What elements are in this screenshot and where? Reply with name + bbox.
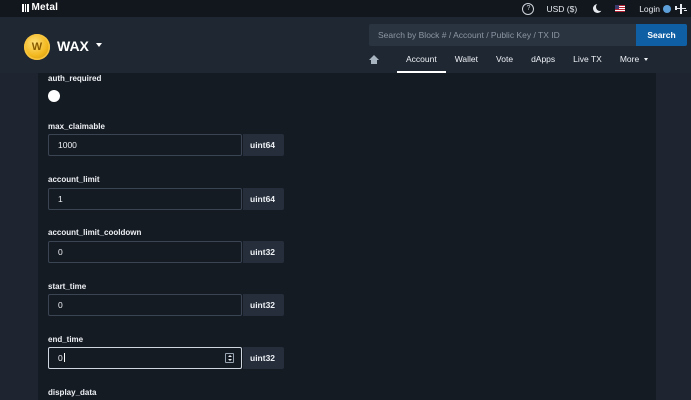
brand-logo[interactable]: Metal	[22, 2, 58, 13]
field-label-account-limit: account_limit	[48, 175, 100, 184]
text-cursor	[63, 353, 65, 362]
tab-more-label: More	[619, 54, 640, 64]
dark-mode-icon[interactable]	[592, 2, 605, 14]
login-link[interactable]: Login	[639, 4, 660, 14]
account-limit-cooldown-type: uint32	[243, 241, 284, 263]
search-button[interactable]: Search	[636, 24, 687, 46]
help-icon[interactable]: ?	[522, 2, 535, 15]
field-label-end-time: end_time	[48, 335, 84, 344]
start-time-input[interactable]: 0	[48, 294, 242, 316]
tab-more[interactable]: More	[619, 49, 649, 73]
tab-account[interactable]: Account	[397, 49, 446, 73]
brand-bars-icon	[22, 3, 29, 12]
field-label-auth-required: auth_required	[48, 74, 102, 83]
network-name[interactable]: WAX	[57, 38, 89, 54]
account-limit-cooldown-input[interactable]: 0	[48, 241, 242, 263]
main-nav: Account Wallet Vote dApps Live TX More	[369, 49, 649, 73]
tab-live-tx[interactable]: Live TX	[573, 49, 602, 73]
wax-logo-icon[interactable]: W	[24, 34, 50, 60]
tab-vote[interactable]: Vote	[496, 49, 513, 73]
tab-dapps[interactable]: dApps	[531, 49, 555, 73]
account-limit-input[interactable]: 1	[48, 188, 242, 210]
end-time-type: uint32	[243, 347, 284, 369]
start-time-type: uint32	[243, 294, 284, 316]
language-flag-icon[interactable]	[615, 5, 626, 12]
tab-wallet[interactable]: Wallet	[455, 49, 478, 73]
end-time-input[interactable]: 0	[48, 347, 242, 369]
brand-name: Metal	[31, 2, 59, 13]
number-spinner-icon[interactable]	[225, 353, 234, 363]
login-avatar-icon[interactable]	[663, 4, 671, 13]
field-label-start-time: start_time	[48, 282, 87, 291]
auth-required-toggle[interactable]	[48, 90, 60, 102]
more-chevron-icon	[644, 58, 649, 61]
field-label-max-claimable: max_claimable	[48, 122, 105, 131]
account-limit-type: uint64	[243, 188, 284, 210]
search-input[interactable]	[369, 24, 636, 46]
currency-selector[interactable]: USD ($)	[546, 4, 577, 14]
chevron-down-icon[interactable]	[96, 43, 102, 47]
network-icon[interactable]	[675, 3, 687, 15]
top-bar: Metal ? USD ($) Login	[0, 0, 691, 17]
max-claimable-input[interactable]: 1000	[48, 134, 242, 156]
max-claimable-type: uint64	[243, 134, 284, 156]
field-label-display-data: display_data	[48, 388, 97, 397]
field-label-account-limit-cooldown: account_limit_cooldown	[48, 228, 142, 237]
home-icon[interactable]	[369, 55, 379, 65]
end-time-value: 0	[58, 353, 63, 363]
